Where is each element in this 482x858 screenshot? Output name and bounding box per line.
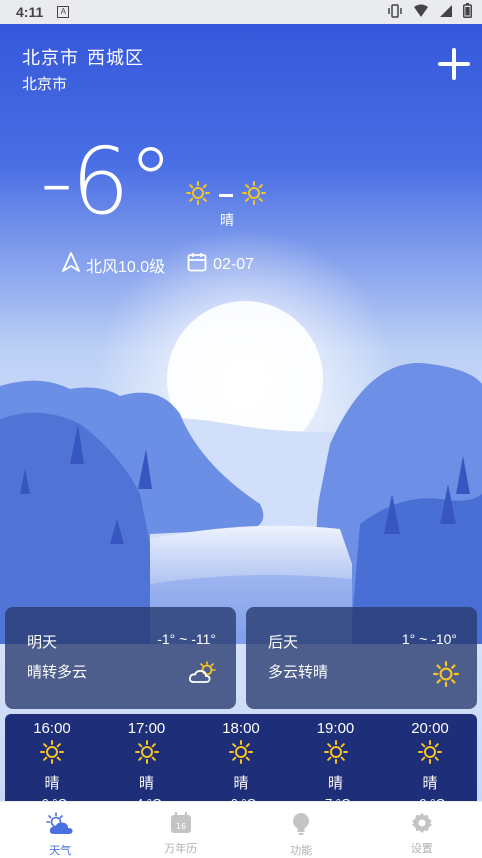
hourly-item: 17:00 晴 -4 °C xyxy=(110,720,184,811)
forecast-desc: 晴转多云 xyxy=(27,664,88,681)
wind-info: 北风10.0级 xyxy=(62,252,165,277)
calendar-icon: 16 xyxy=(170,811,192,837)
status-time: 4:11 xyxy=(16,4,44,20)
cell-icon xyxy=(439,4,453,21)
forecast-card-day-after[interactable]: 后天 1° ~ -10° 多云转晴 xyxy=(246,607,477,709)
hour-time: 20:00 xyxy=(411,720,449,737)
sun-icon xyxy=(40,740,64,769)
calendar-icon xyxy=(187,252,207,277)
date-text: 02-07 xyxy=(213,255,255,273)
nav-settings[interactable]: 设置 xyxy=(382,802,462,858)
hour-time: 16:00 xyxy=(33,720,71,737)
gear-icon xyxy=(411,812,433,837)
sun-icon xyxy=(242,181,266,210)
hour-time: 18:00 xyxy=(222,720,260,737)
condition-separator xyxy=(219,194,233,197)
weather-icon xyxy=(46,812,74,839)
battery-icon xyxy=(463,3,472,21)
hour-time: 19:00 xyxy=(316,720,355,737)
nav-label: 功能 xyxy=(290,845,313,857)
wind-text: 北风10.0级 xyxy=(86,258,166,276)
city-name: 北京市 xyxy=(22,48,79,68)
forecast-day: 明天 xyxy=(27,634,58,651)
signal-icon xyxy=(413,4,429,21)
location-header[interactable]: 北京市 西城区 北京市 xyxy=(22,44,144,94)
current-temperature: -6° xyxy=(40,128,174,235)
forecast-range: 1° ~ -10° xyxy=(401,631,457,647)
forecast-day: 后天 xyxy=(268,634,299,651)
sun-icon xyxy=(323,740,348,769)
nav-label: 设置 xyxy=(410,843,433,855)
hourly-item: 19:00 晴 -7 °C xyxy=(299,720,373,811)
hour-condition: 晴 xyxy=(44,775,60,792)
hour-condition: 晴 xyxy=(138,775,154,792)
nav-label: 天气 xyxy=(49,845,72,857)
hour-condition: 晴 xyxy=(422,775,438,792)
condition-icons xyxy=(186,181,266,210)
add-city-button[interactable] xyxy=(436,46,472,82)
sun-icon xyxy=(134,740,159,769)
forecast-desc: 多云转晴 xyxy=(268,664,329,681)
status-bar: 4:11 A xyxy=(0,0,482,24)
sun-icon xyxy=(229,740,253,769)
nav-label: 万年历 xyxy=(164,843,198,855)
vibrate-icon xyxy=(387,3,403,21)
province-name: 北京市 xyxy=(22,76,68,93)
hourly-item: 20:00 晴 -9 °C xyxy=(393,720,467,811)
hourly-item: 16:00 晴 -6 °C xyxy=(15,720,89,811)
forecast-range: -1° ~ -11° xyxy=(157,631,216,647)
sun-icon xyxy=(186,181,210,210)
nav-weather[interactable]: 天气 xyxy=(20,802,100,858)
sun-icon xyxy=(418,740,442,769)
hour-condition: 晴 xyxy=(327,775,343,792)
bulb-icon xyxy=(291,812,311,839)
nav-features[interactable]: 功能 xyxy=(261,802,341,858)
condition-text: 晴 xyxy=(220,212,234,228)
forecast-card-tomorrow[interactable]: 明天 -1° ~ -11° 晴转多云 xyxy=(5,607,236,709)
notification-icon: A xyxy=(57,6,70,18)
hour-condition: 晴 xyxy=(233,775,249,792)
hour-time: 17:00 xyxy=(127,720,166,737)
date-info: 02-07 xyxy=(187,252,254,277)
district-name: 西城区 xyxy=(87,48,144,68)
current-meta: 北风10.0级 02-07 xyxy=(62,252,254,277)
svg-text:16: 16 xyxy=(176,822,186,831)
hourly-forecast[interactable]: 16:00 晴 -6 °C 17:00 晴 -4 °C 18:00 晴 -6 °… xyxy=(5,714,477,811)
navigation-icon xyxy=(62,252,80,277)
hourly-item: 18:00 晴 -6 °C xyxy=(204,720,278,811)
sun-icon xyxy=(433,661,459,692)
partly-cloudy-icon xyxy=(188,661,218,690)
bottom-navigation: 天气 16 万年历 功能 设置 xyxy=(0,801,482,858)
nav-calendar[interactable]: 16 万年历 xyxy=(141,802,221,858)
status-icons xyxy=(387,3,472,21)
